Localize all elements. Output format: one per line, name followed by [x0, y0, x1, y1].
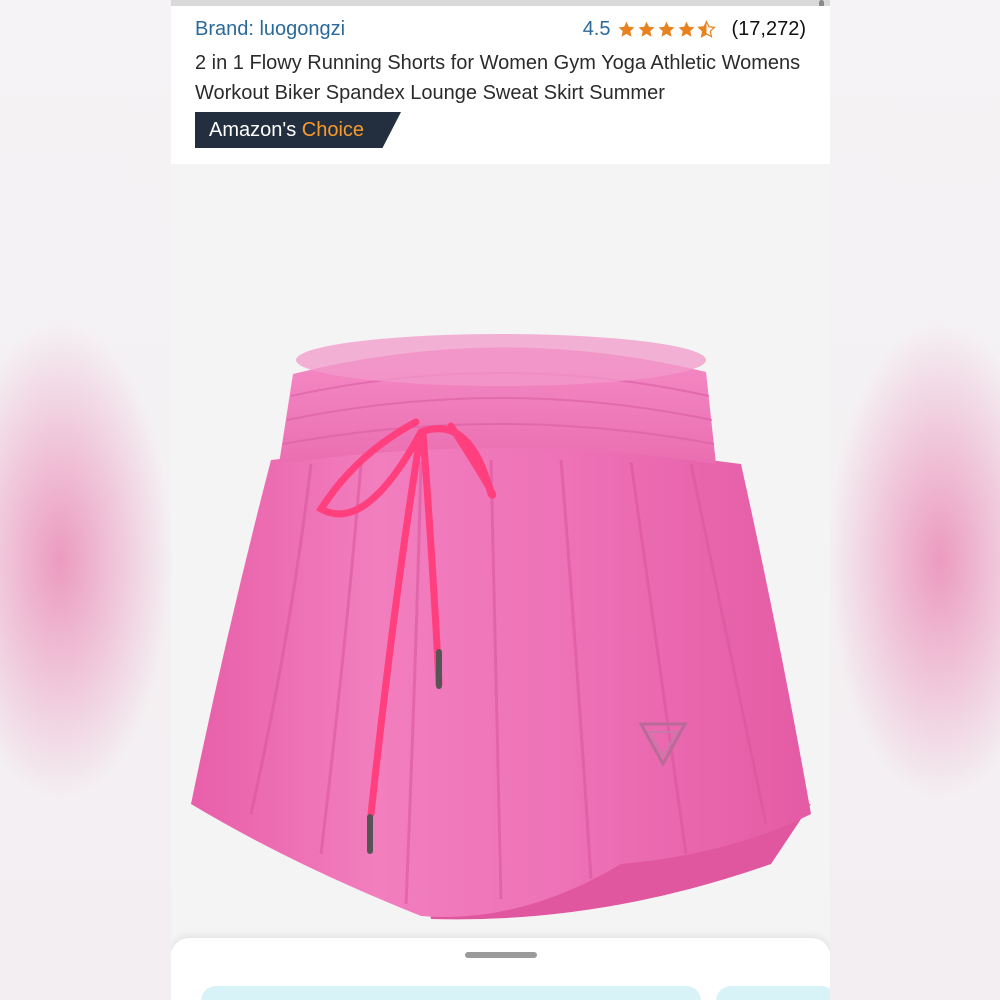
star-icon — [618, 21, 634, 37]
product-page: Brand: luogongzi 4.5 (17,272) 2 in 1 Flo… — [171, 0, 830, 1000]
star-icon — [638, 21, 654, 37]
sheet-button-primary[interactable] — [201, 986, 701, 1000]
bottom-sheet[interactable] — [171, 938, 830, 1000]
star-icon — [658, 21, 674, 37]
rating-summary[interactable]: 4.5 (17,272) — [583, 18, 806, 41]
badge-prefix: Amazon's — [209, 119, 297, 141]
star-icon — [678, 21, 694, 37]
product-title: 2 in 1 Flowy Running Shorts for Women Gy… — [195, 52, 801, 104]
rating-value: 4.5 — [582, 18, 611, 40]
product-image[interactable] — [171, 164, 830, 950]
review-count: (17,272) — [731, 18, 807, 40]
star-rating — [617, 20, 716, 39]
brand-link[interactable]: Brand: luogongzi — [195, 18, 345, 41]
product-photo — [191, 334, 811, 920]
drag-handle[interactable] — [465, 952, 537, 958]
product-header: Brand: luogongzi 4.5 (17,272) 2 in 1 Flo… — [171, 6, 830, 164]
half-star-icon — [696, 20, 716, 38]
sheet-button-secondary[interactable] — [716, 986, 830, 1000]
badge-highlight: Choice — [301, 119, 365, 141]
amazons-choice-badge[interactable]: Amazon's Choice — [195, 112, 401, 148]
